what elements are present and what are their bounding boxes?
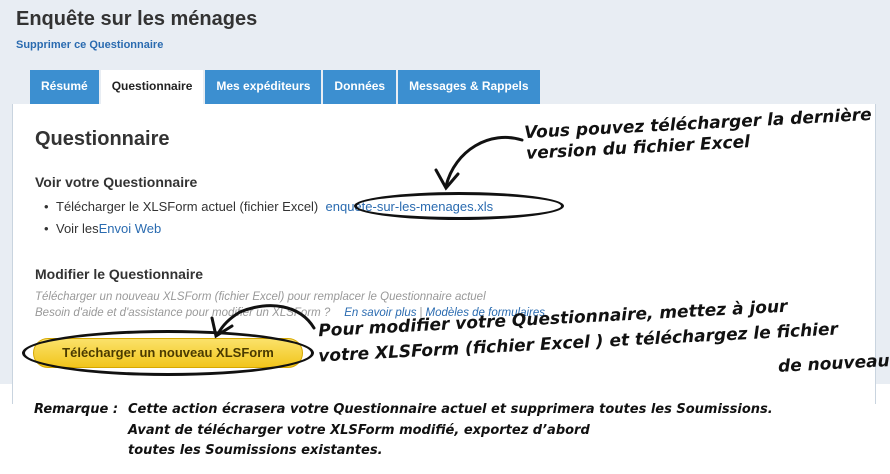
remark-label: Remarque : xyxy=(34,402,119,417)
arrow-to-file-link xyxy=(444,135,524,188)
remark-line3: toutes les Soumissions existantes. xyxy=(128,443,383,458)
remark-line2: Avant de télécharger votre XLSForm modif… xyxy=(128,423,590,438)
remark-line1: Cette action écrasera votre Questionnair… xyxy=(128,402,773,417)
arrow-to-upload-button xyxy=(216,304,316,336)
